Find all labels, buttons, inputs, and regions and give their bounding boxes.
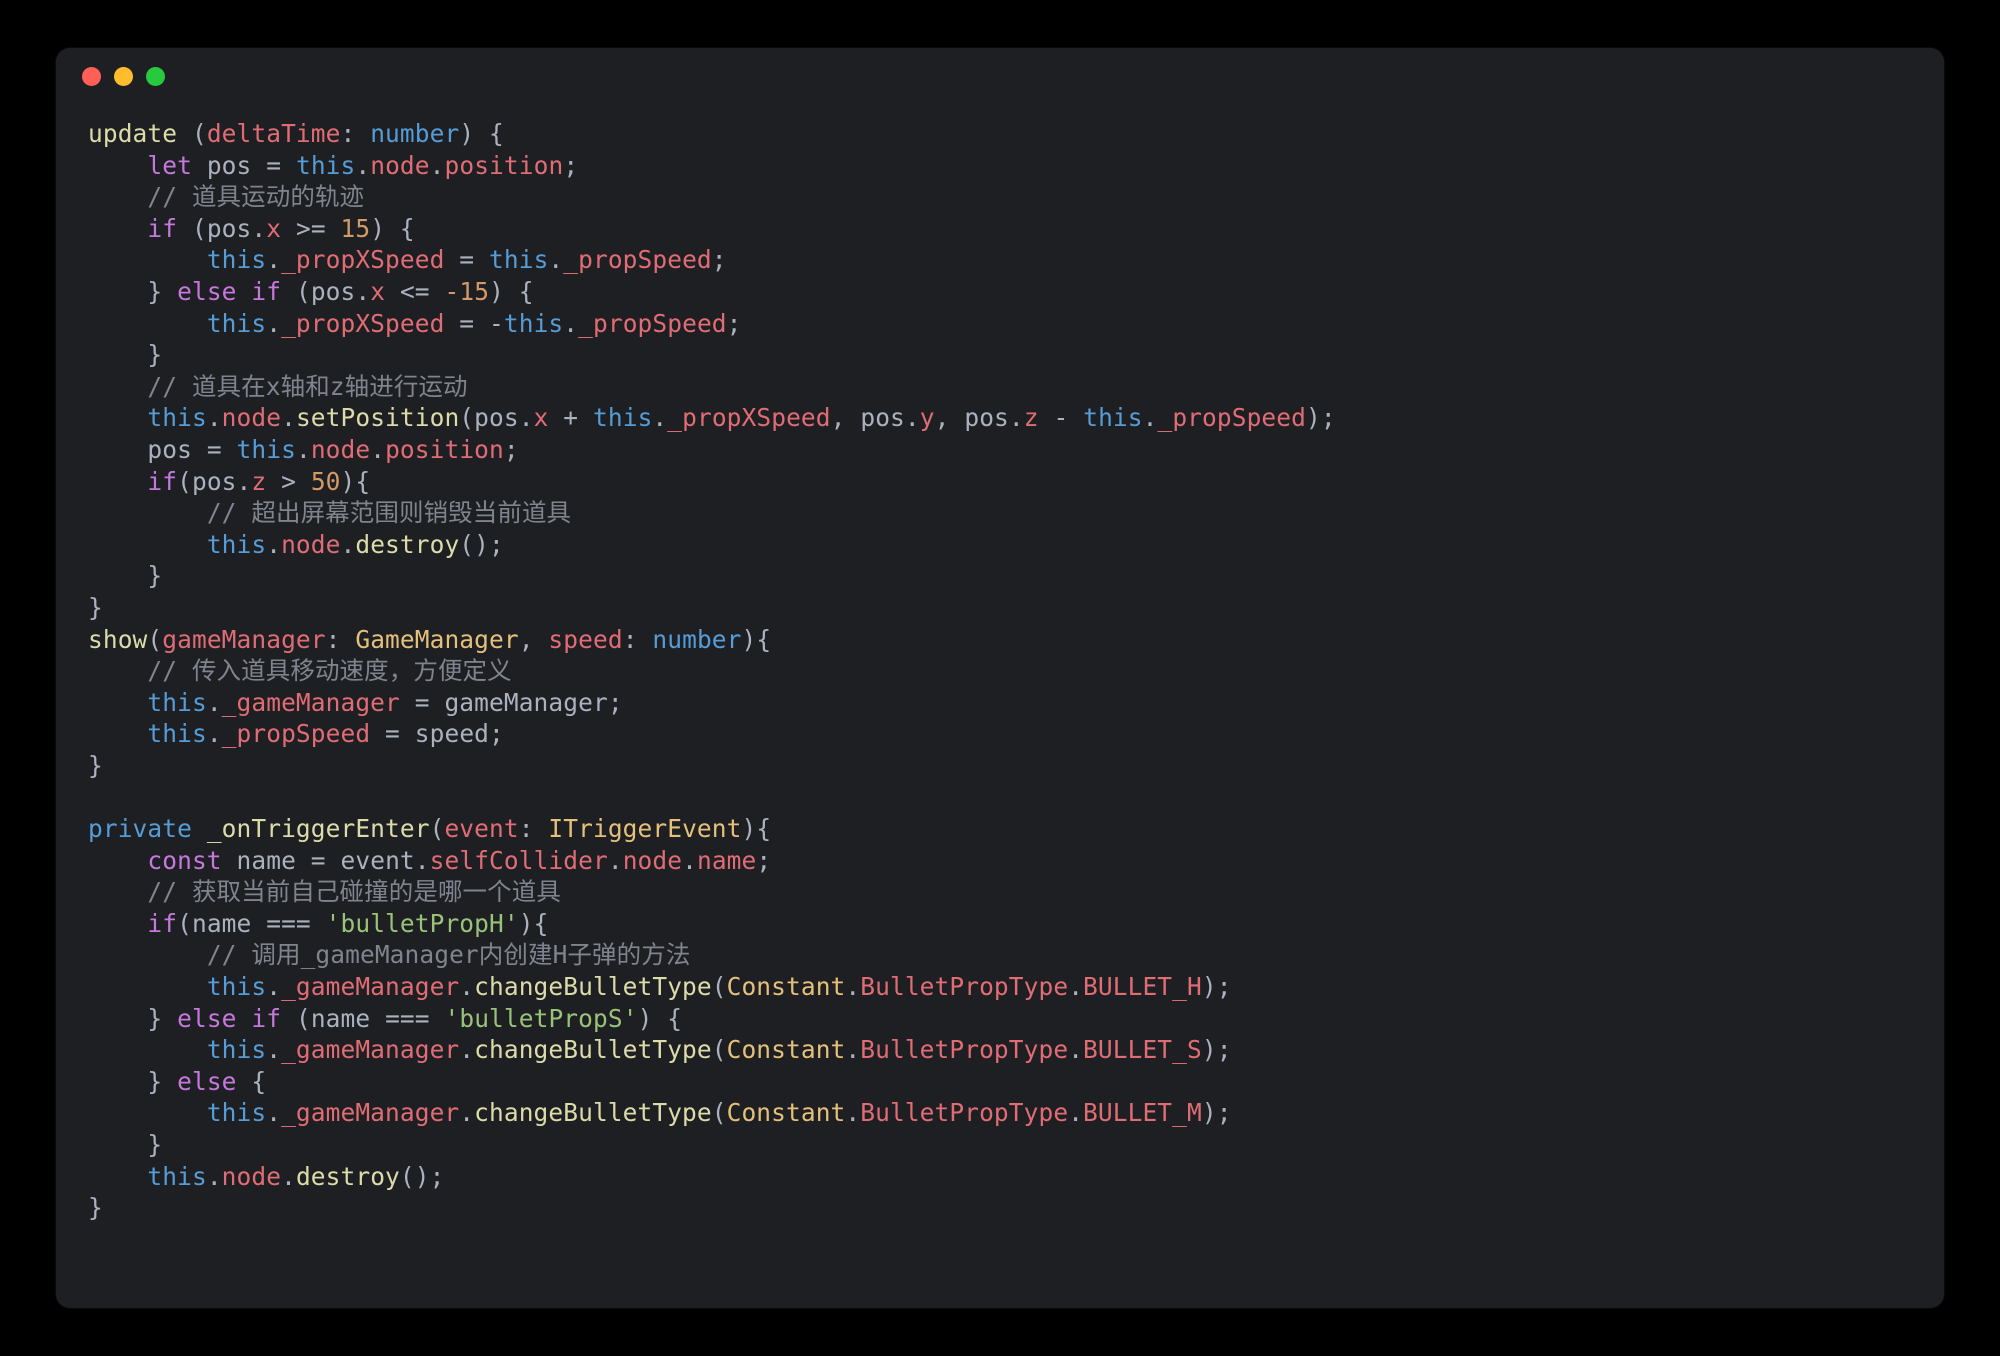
comment: // 传入道具移动速度，方便定义 [147,656,511,685]
comment: // 道具在x轴和z轴进行运动 [147,372,467,401]
method-name: update [88,119,177,148]
window-zoom-button[interactable] [146,67,165,86]
window-minimize-button[interactable] [114,67,133,86]
code-editor-window: update (deltaTime: number) { let pos = t… [56,48,1944,1308]
comment: // 道具运动的轨迹 [147,182,364,211]
comment: // 调用_gameManager内创建H子弹的方法 [207,940,691,969]
window-titlebar [56,48,1944,104]
type: number [370,119,459,148]
comment: // 获取当前自己碰撞的是哪一个道具 [147,877,561,906]
code-content: update (deltaTime: number) { let pos = t… [56,104,1944,1224]
window-close-button[interactable] [82,67,101,86]
param: deltaTime [207,119,341,148]
comment: // 超出屏幕范围则销毁当前道具 [207,498,571,527]
keyword-let: let [147,151,192,180]
method-name: show [88,625,147,654]
method-name: _onTriggerEnter [207,814,430,843]
